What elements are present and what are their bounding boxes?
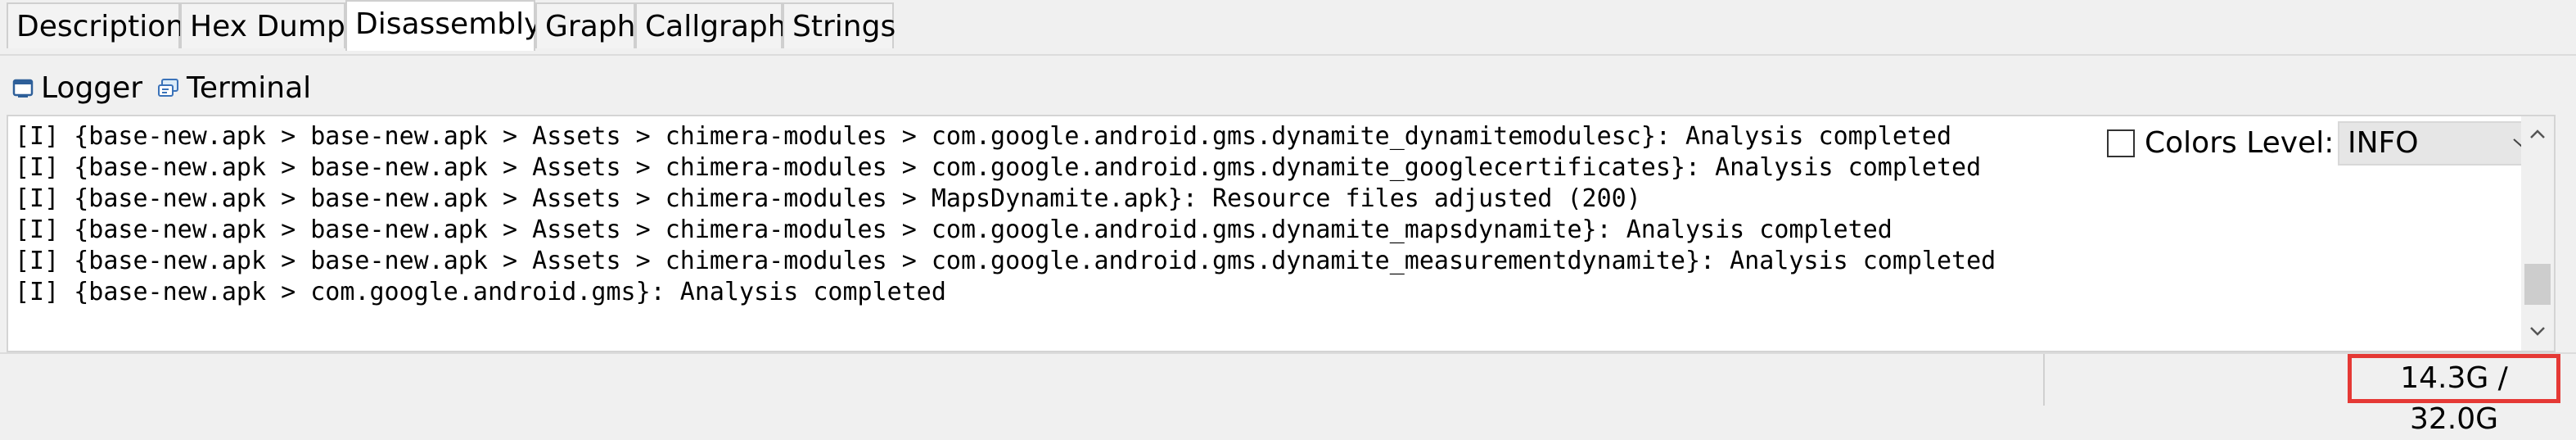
tab-description[interactable]: Description (7, 2, 184, 48)
tab-strings[interactable]: Strings (783, 2, 896, 48)
status-divider (2043, 354, 2045, 406)
tab-graph[interactable]: Graph (535, 2, 635, 48)
log-line: [I] {base-new.apk > base-new.apk > Asset… (15, 247, 1996, 275)
colors-level-label: Colors Level: (2145, 126, 2335, 160)
colors-checkbox[interactable] (2107, 129, 2135, 157)
tab-logger[interactable]: Logger (3, 66, 147, 111)
scroll-down-arrow-icon[interactable] (2528, 321, 2547, 341)
status-bar: 14.3G / 32.0G (0, 352, 2576, 436)
log-line: [I] {base-new.apk > com.google.android.g… (15, 278, 946, 306)
tab-callgraph[interactable]: Callgraph (635, 2, 787, 48)
log-line: [I] {base-new.apk > base-new.apk > Asset… (15, 153, 1982, 182)
memory-usage[interactable]: 14.3G / 32.0G (2348, 354, 2560, 436)
log-level-value: INFO (2348, 126, 2419, 160)
log-level-select[interactable]: INFO (2338, 121, 2544, 166)
log-output[interactable]: [I] {base-new.apk > base-new.apk > Asset… (15, 121, 1996, 308)
log-line: [I] {base-new.apk > base-new.apk > Asset… (15, 184, 1641, 213)
tab-hex-dump[interactable]: Hex Dump (180, 2, 345, 48)
scrollbar-thumb[interactable] (2524, 264, 2551, 305)
tab-logger-label: Logger (41, 71, 143, 105)
vertical-scrollbar[interactable] (2521, 116, 2554, 351)
tab-terminal[interactable]: Terminal (149, 66, 313, 111)
scroll-up-arrow-icon[interactable] (2528, 125, 2547, 144)
editor-tab-bar: Description Hex Dump Disassembly Graph C… (0, 0, 2576, 56)
log-line: [I] {base-new.apk > base-new.apk > Asset… (15, 122, 1952, 151)
logger-panel[interactable]: [I] {base-new.apk > base-new.apk > Asset… (7, 115, 2556, 352)
terminal-icon (158, 79, 178, 97)
logger-icon (12, 79, 34, 98)
log-line: [I] {base-new.apk > base-new.apk > Asset… (15, 215, 1893, 244)
tab-disassembly[interactable]: Disassembly (345, 0, 541, 51)
tab-terminal-label: Terminal (187, 71, 312, 105)
console-tab-bar: Logger Terminal (0, 61, 2576, 113)
